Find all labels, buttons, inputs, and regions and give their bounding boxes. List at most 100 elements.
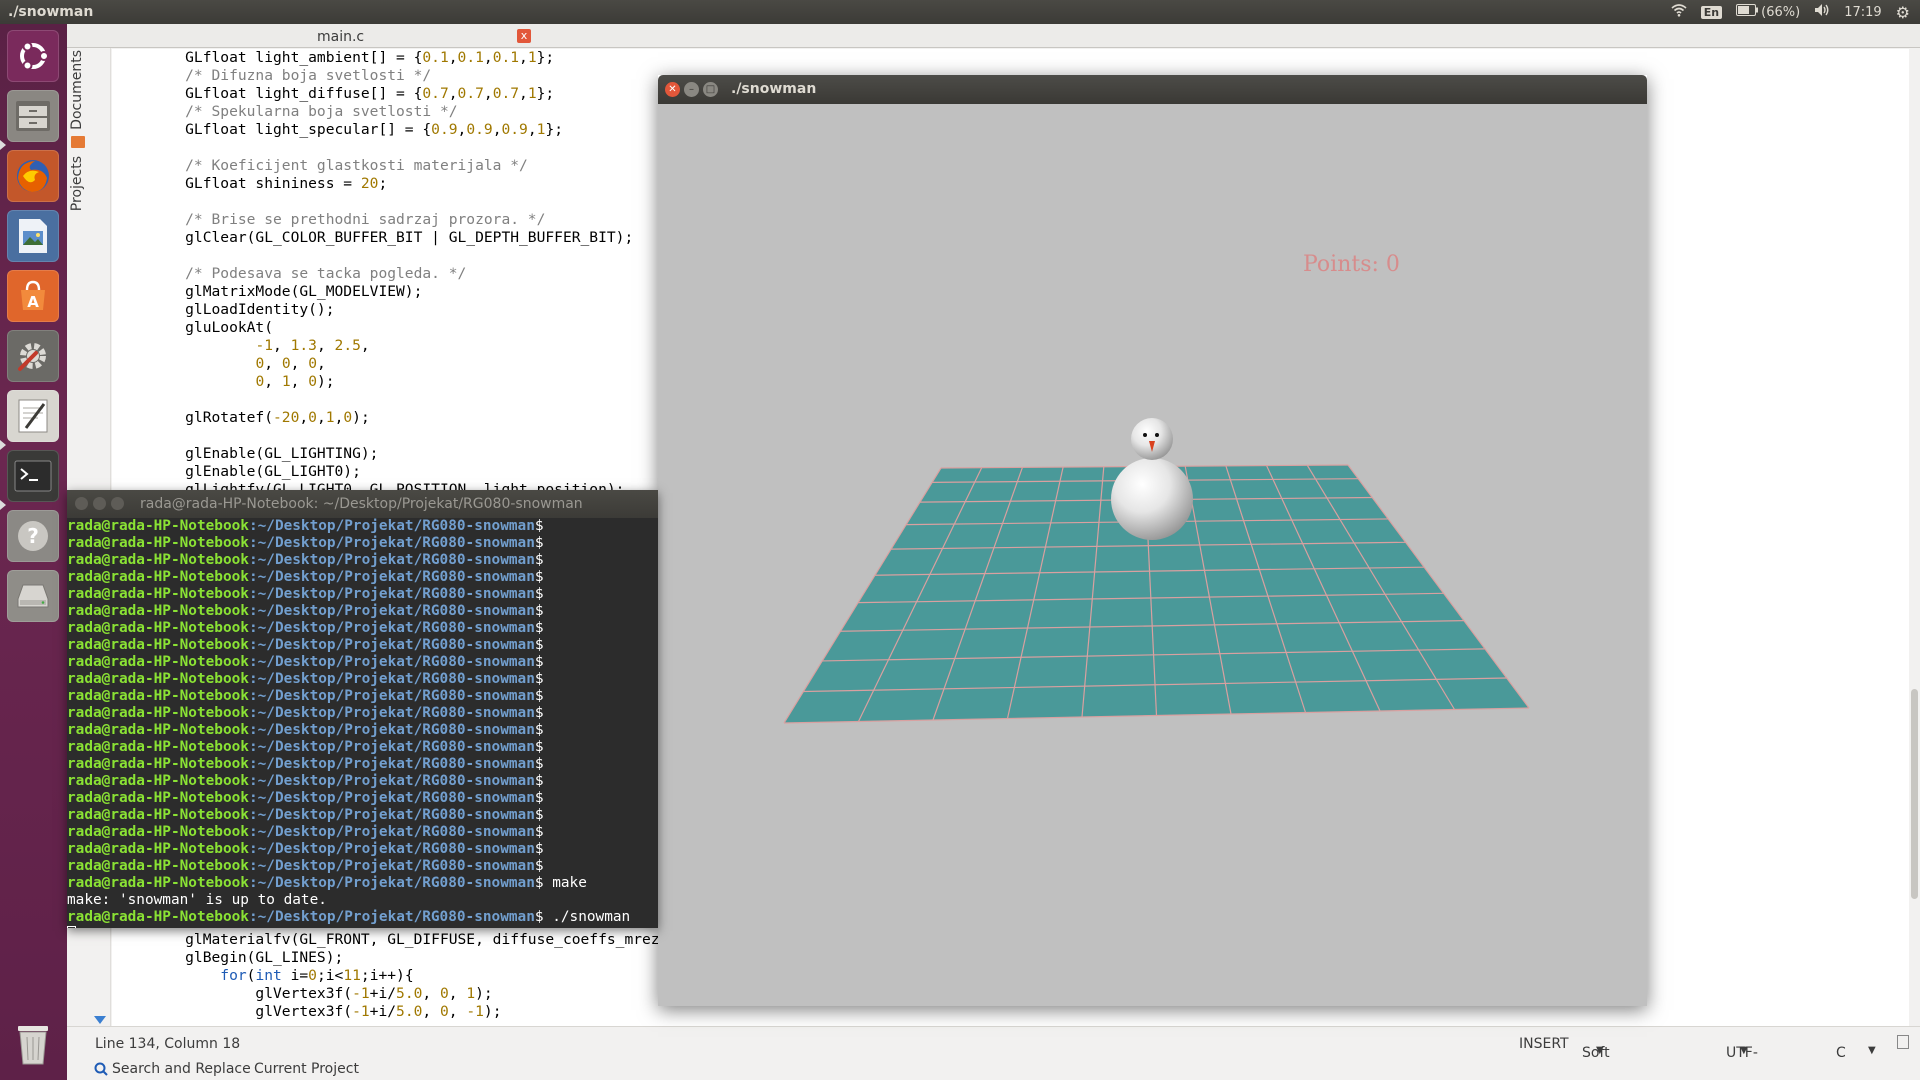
code-line[interactable]: /* Brise se prethodni sadrzaj prozora. *… [150, 211, 704, 229]
terminal-titlebar[interactable]: rada@rada-HP-Notebook: ~/Desktop/Projeka… [67, 490, 658, 518]
code-line[interactable]: GLfloat light_specular[] = {0.9,0.9,0.9,… [150, 121, 704, 139]
code-token: 0 [308, 409, 317, 426]
code-line[interactable] [150, 247, 704, 265]
minimize-icon[interactable]: – [684, 82, 699, 97]
tab-close-icon[interactable]: x [517, 29, 531, 43]
code-token: 11 [343, 967, 361, 984]
snowman-window: ✕ – □ ./snowman Points: 0 [658, 75, 1647, 1006]
terminal-icon[interactable] [7, 450, 59, 502]
code-line[interactable]: glLoadIdentity(); [150, 301, 704, 319]
maximize-icon[interactable]: □ [703, 82, 718, 97]
code-line[interactable]: /* Spekularna boja svetlosti */ [150, 103, 704, 121]
chevron-down-icon: ▼ [1740, 1045, 1748, 1056]
code-token: 0.7 [457, 85, 484, 102]
software-center-icon[interactable]: A [7, 270, 59, 322]
prompt-path: :~/Desktop/Projekat/RG080-snowman [248, 637, 535, 653]
ubuntu-dash-icon[interactable] [7, 30, 59, 82]
minimize-icon[interactable] [93, 497, 106, 510]
close-icon[interactable]: ✕ [665, 82, 680, 97]
game-canvas[interactable]: Points: 0 [658, 104, 1647, 1006]
bottom-panel-tabs: Search and Replace Current Project [67, 1060, 1920, 1080]
terminal-line: rada@rada-HP-Notebook:~/Desktop/Projekat… [67, 739, 658, 756]
code-line[interactable]: 0, 1, 0); [150, 373, 704, 391]
code-line[interactable]: GLfloat shininess = 20; [150, 175, 704, 193]
wifi-icon[interactable] [1671, 3, 1687, 21]
code-token: glMaterialfv(GL_FRONT, GL_DIFFUSE, diffu… [150, 931, 686, 948]
files-icon[interactable] [7, 90, 59, 142]
code-line[interactable]: /* Koeficijent glastkosti materijala */ [150, 157, 704, 175]
help-icon[interactable]: ? [7, 510, 59, 562]
language-label: C [1836, 1045, 1846, 1061]
code-line[interactable]: 0, 0, 0, [150, 355, 704, 373]
code-token: 0.1 [457, 49, 484, 66]
code-token: ); [352, 409, 370, 426]
code-line[interactable] [150, 139, 704, 157]
code-token: 1 [325, 409, 335, 426]
battery-indicator[interactable]: (66%) [1736, 4, 1800, 20]
code-line[interactable] [150, 193, 704, 211]
panel-toggle-icon[interactable] [1897, 1035, 1909, 1049]
firefox-icon[interactable] [7, 150, 59, 202]
code-line[interactable]: glRotatef(-20,0,1,0); [150, 409, 704, 427]
text-editor-icon[interactable] [7, 390, 59, 442]
code-line[interactable]: for(int i=0;i<11;i++){ [150, 967, 704, 985]
vertical-scrollbar[interactable] [1909, 49, 1920, 1049]
code-token: }; [545, 121, 564, 138]
prompt-user: rada@rada-HP-Notebook [67, 552, 249, 568]
disk-icon[interactable] [7, 570, 59, 622]
code-line[interactable] [150, 391, 704, 409]
fold-arrow-icon[interactable] [94, 1016, 106, 1024]
volume-icon[interactable] [1814, 3, 1830, 21]
code-line[interactable]: glClear(GL_COLOR_BUFFER_BIT | GL_DEPTH_B… [150, 229, 704, 247]
running-indicator [0, 440, 6, 450]
code-line[interactable]: glBegin(GL_LINES); [150, 949, 704, 967]
code-line[interactable]: gluLookAt( [150, 319, 704, 337]
code-token: -1 [352, 985, 370, 1002]
code-line[interactable]: GLfloat light_diffuse[] = {0.7,0.7,0.7,1… [150, 85, 704, 103]
system-settings-icon[interactable] [7, 330, 59, 382]
code-line[interactable]: /* Difuzna boja svetlosti */ [150, 67, 704, 85]
side-tab-documents[interactable]: Documents [69, 50, 85, 130]
tab-search-and-replace[interactable]: Search and Replace [112, 1061, 251, 1077]
code-token: /* Brise se prethodni sadrzaj prozora. *… [150, 211, 546, 228]
snowman-titlebar[interactable]: ✕ – □ ./snowman [658, 75, 1647, 104]
close-icon[interactable] [75, 497, 88, 510]
terminal-line: rada@rada-HP-Notebook:~/Desktop/Projekat… [67, 773, 658, 790]
code-token: GLfloat shininess = [150, 175, 361, 192]
prompt-suffix: $ [534, 535, 544, 551]
keyboard-layout-indicator[interactable]: En [1700, 5, 1723, 19]
code-line[interactable]: glVertex3f(-1+i/5.0, 0, -1); [150, 1003, 704, 1021]
terminal-line: rada@rada-HP-Notebook:~/Desktop/Projekat… [67, 722, 658, 739]
clock[interactable]: 17:19 [1844, 5, 1881, 20]
code-token: , [299, 409, 309, 426]
code-line[interactable]: GLfloat light_ambient[] = {0.1,0.1,0.1,1… [150, 49, 704, 67]
prompt-suffix: $ [534, 671, 544, 687]
maximize-icon[interactable] [111, 497, 124, 510]
image-viewer-icon[interactable] [7, 210, 59, 262]
side-tab-projects[interactable]: Projects [69, 156, 85, 211]
trash-icon[interactable] [7, 1018, 59, 1070]
code-line[interactable]: glMatrixMode(GL_MODELVIEW); [150, 283, 704, 301]
cursor-position: Line 134, Column 18 [95, 1036, 241, 1052]
folder-icon [71, 136, 85, 148]
terminal-line: rada@rada-HP-Notebook:~/Desktop/Projekat… [67, 756, 658, 773]
code-line[interactable]: glEnable(GL_LIGHT0); [150, 463, 704, 481]
code-line[interactable]: glEnable(GL_LIGHTING); [150, 445, 704, 463]
code-line[interactable] [150, 427, 704, 445]
gear-icon[interactable]: ⚙ [1896, 3, 1910, 22]
prompt-path: :~/Desktop/Projekat/RG080-snowman [248, 875, 535, 891]
scrollbar-thumb[interactable] [1911, 689, 1918, 899]
tab-current-project[interactable]: Current Project [254, 1061, 359, 1077]
prompt-path: :~/Desktop/Projekat/RG080-snowman [248, 569, 535, 585]
prompt-path: :~/Desktop/Projekat/RG080-snowman [248, 858, 535, 874]
tab-main-c[interactable]: main.c x [167, 26, 531, 48]
code-line[interactable]: glMaterialfv(GL_FRONT, GL_DIFFUSE, diffu… [150, 931, 704, 949]
code-line[interactable]: -1, 1.3, 2.5, [150, 337, 704, 355]
code-line[interactable]: glVertex3f(-1+i/5.0, 0, 1); [150, 985, 704, 1003]
prompt-user: rada@rada-HP-Notebook [67, 790, 249, 806]
prompt-path: :~/Desktop/Projekat/RG080-snowman [248, 790, 535, 806]
code-token: 0 [439, 985, 449, 1002]
terminal-output[interactable]: rada@rada-HP-Notebook:~/Desktop/Projekat… [67, 518, 658, 928]
code-line[interactable]: /* Podesava se tacka pogleda. */ [150, 265, 704, 283]
